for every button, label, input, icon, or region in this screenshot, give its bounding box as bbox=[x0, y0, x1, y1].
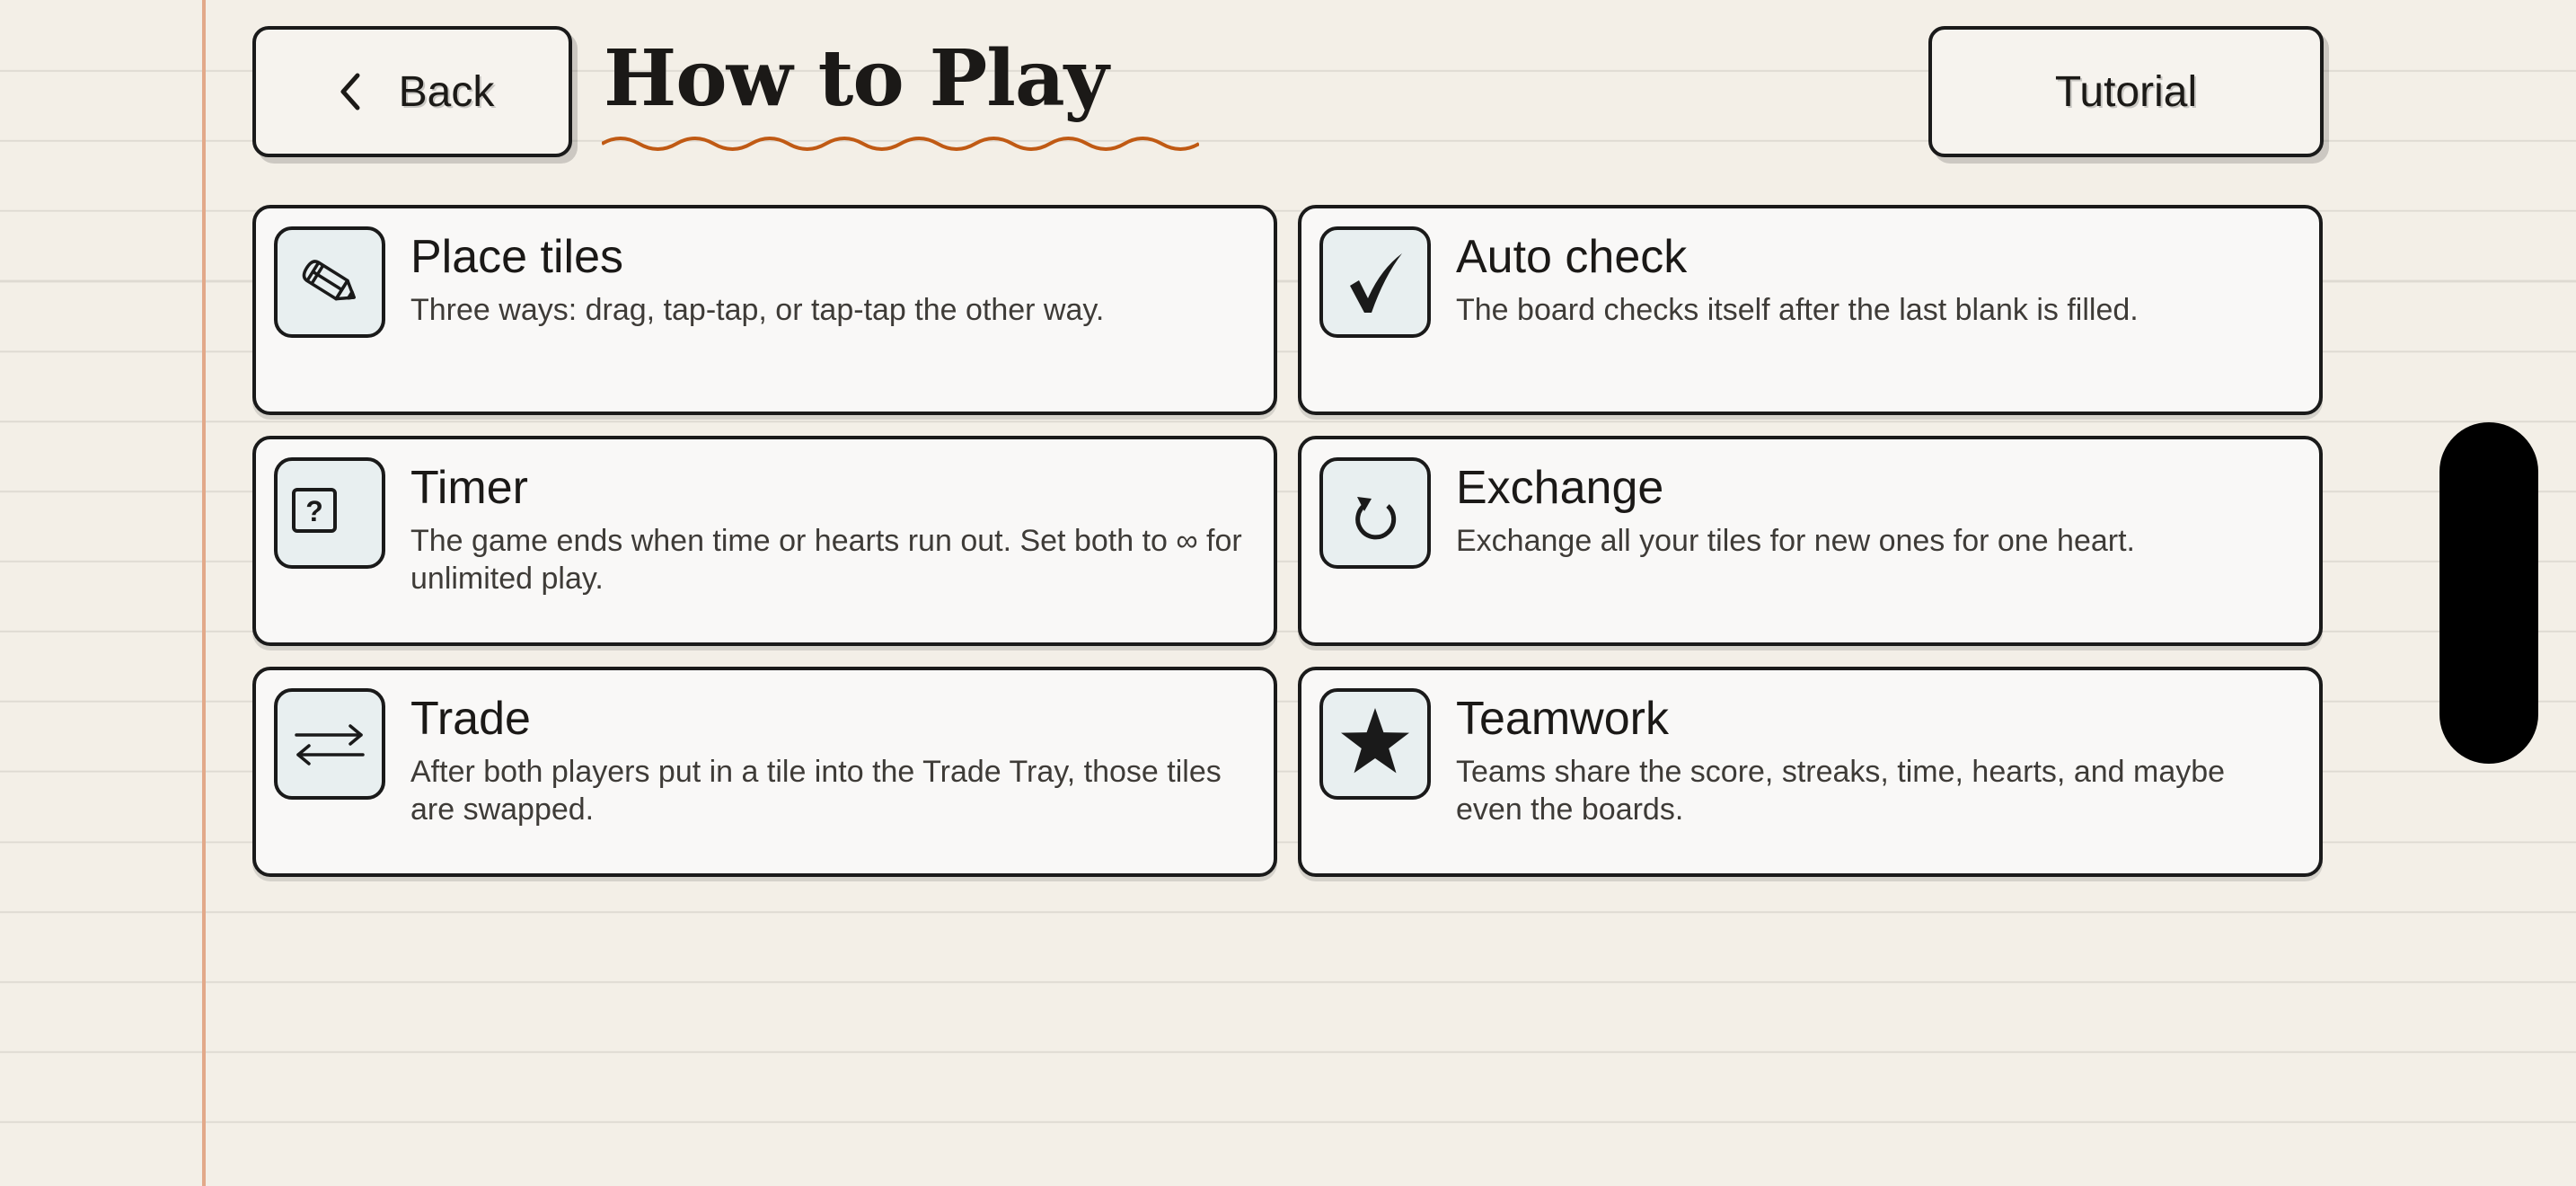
card-icon-box bbox=[1319, 457, 1431, 569]
pencil-icon bbox=[302, 260, 356, 301]
tutorial-button[interactable]: Tutorial bbox=[1928, 26, 2324, 157]
back-button[interactable]: Back bbox=[252, 26, 572, 157]
card-icon-box bbox=[274, 226, 385, 338]
card-place-tiles: Place tiles Three ways: drag, tap-tap, o… bbox=[252, 205, 1277, 415]
swap-arrows-icon bbox=[295, 724, 365, 766]
card-teamwork: Teamwork Teams share the score, streaks,… bbox=[1298, 667, 2323, 877]
card-timer: ? Timer The game ends when time or heart… bbox=[252, 436, 1277, 646]
card-icon-box bbox=[1319, 226, 1431, 338]
card-trade: Trade After both players put in a tile i… bbox=[252, 667, 1277, 877]
card-description: Teams share the score, streaks, time, he… bbox=[1456, 755, 2226, 827]
card-icon-box: ? bbox=[274, 457, 385, 569]
card-exchange: Exchange Exchange all your tiles for new… bbox=[1298, 436, 2323, 646]
card-description: The board checks itself after the last b… bbox=[1456, 293, 2139, 327]
card-title: Exchange bbox=[1456, 462, 1664, 514]
card-title: Auto check bbox=[1456, 231, 1688, 283]
tutorial-button-label: Tutorial bbox=[2054, 67, 2198, 116]
card-description: Exchange all your tiles for new ones for… bbox=[1456, 524, 2135, 558]
page-title: How to Play bbox=[604, 33, 1109, 124]
notebook-margin-line bbox=[202, 0, 206, 1186]
back-button-label: Back bbox=[398, 67, 495, 116]
checkmark-icon bbox=[1350, 253, 1402, 313]
card-auto-check: Auto check The board checks itself after… bbox=[1298, 205, 2323, 415]
card-title: Teamwork bbox=[1456, 693, 1669, 745]
card-icon-box bbox=[1319, 688, 1431, 800]
card-description: Three ways: drag, tap-tap, or tap-tap th… bbox=[410, 293, 1105, 327]
chevron-left-icon bbox=[340, 73, 360, 111]
question-box-icon: ? bbox=[292, 488, 337, 533]
refresh-icon bbox=[1355, 497, 1397, 540]
card-description: The game ends when time or hearts run ou… bbox=[410, 524, 1242, 596]
card-title: Timer bbox=[410, 462, 528, 514]
card-description: After both players put in a tile into th… bbox=[410, 755, 1222, 827]
card-title: Trade bbox=[410, 693, 531, 745]
card-title: Place tiles bbox=[410, 231, 623, 283]
card-icon-box bbox=[274, 688, 385, 800]
scrollbar-thumb[interactable] bbox=[2439, 422, 2538, 764]
svg-text:?: ? bbox=[305, 495, 323, 527]
title-wavy-underline bbox=[602, 137, 1199, 151]
star-icon bbox=[1341, 708, 1409, 774]
